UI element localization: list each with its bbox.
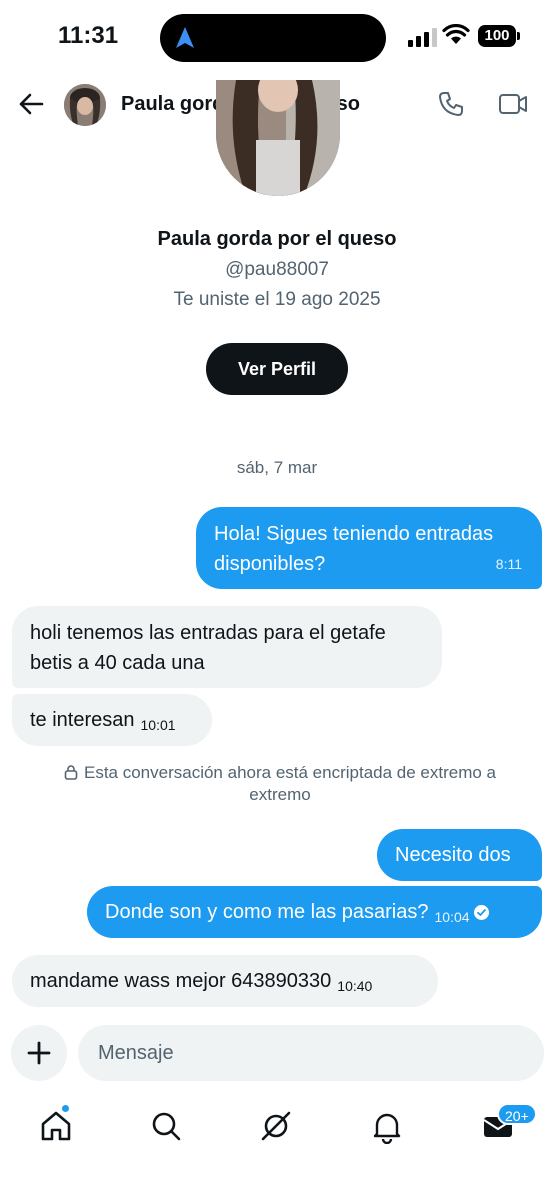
message-bubble-sent[interactable]: Hola! Sigues teniendo entradas disponibl…	[196, 507, 542, 589]
home-notification-dot	[61, 1104, 70, 1113]
read-receipt-icon	[473, 905, 489, 920]
message-bubble-received[interactable]: mandame wass mejor 643890330 10:40	[12, 955, 438, 1007]
profile-avatar-image	[216, 80, 340, 196]
message-text: Donde son y como me las pasarias?	[105, 901, 429, 923]
search-icon[interactable]	[148, 1108, 184, 1144]
dynamic-island	[160, 14, 386, 62]
bottom-tab-bar	[0, 1100, 554, 1160]
message-bubble-received[interactable]: holi tenemos las entradas para el getafe…	[12, 606, 442, 688]
profile-handle: @pau88007	[225, 259, 329, 280]
battery-indicator: 100	[478, 25, 516, 47]
profile-joined-date: Te uniste el 19 ago 2025	[173, 289, 381, 310]
message-text: holi tenemos las entradas para el getafe…	[30, 622, 386, 674]
plus-icon	[27, 1041, 51, 1065]
message-time: 8:11	[495, 556, 522, 572]
phone-call-icon[interactable]	[438, 91, 464, 117]
message-time: 10:40	[337, 978, 373, 994]
header-avatar[interactable]	[64, 84, 106, 126]
messages-badge: 20+	[497, 1103, 537, 1125]
date-separator: sáb, 7 mar	[236, 458, 318, 477]
notifications-icon[interactable]	[369, 1108, 405, 1144]
message-time: 10:04	[434, 909, 470, 925]
avatar-image	[64, 84, 106, 126]
add-attachment-button[interactable]	[11, 1025, 67, 1081]
video-call-icon[interactable]	[498, 93, 528, 115]
battery-tip	[517, 32, 520, 40]
grok-icon[interactable]	[258, 1108, 294, 1144]
message-time: 10:01	[140, 717, 176, 733]
location-arrow-icon	[176, 27, 194, 48]
message-text: te interesan	[30, 709, 135, 731]
profile-avatar[interactable]	[216, 80, 340, 196]
message-input[interactable]	[78, 1025, 544, 1081]
message-text: Necesito dos	[395, 844, 511, 866]
message-bubble-sent[interactable]: Necesito dos	[377, 829, 542, 881]
encryption-notice-text: Esta conversación ahora está encriptada …	[83, 763, 497, 804]
message-bubble-sent[interactable]: Donde son y como me las pasarias? 10:04	[87, 886, 542, 938]
view-profile-button[interactable]: Ver Perfil	[206, 343, 348, 395]
cellular-signal-icon	[408, 28, 437, 47]
message-text: mandame wass mejor 643890330	[30, 970, 332, 992]
lock-icon	[64, 765, 78, 780]
message-text: Hola! Sigues teniendo entradas disponibl…	[214, 523, 494, 575]
status-time: 11:31	[58, 22, 119, 49]
home-icon[interactable]	[38, 1108, 74, 1144]
status-bar: 11:31 100	[0, 0, 554, 78]
profile-name: Paula gorda por el queso	[157, 228, 397, 250]
wifi-icon	[442, 24, 470, 44]
message-bubble-received[interactable]: te interesan 10:01	[12, 694, 212, 746]
encryption-notice: Esta conversación ahora está encriptada …	[40, 762, 520, 806]
back-arrow-icon[interactable]	[18, 92, 44, 116]
